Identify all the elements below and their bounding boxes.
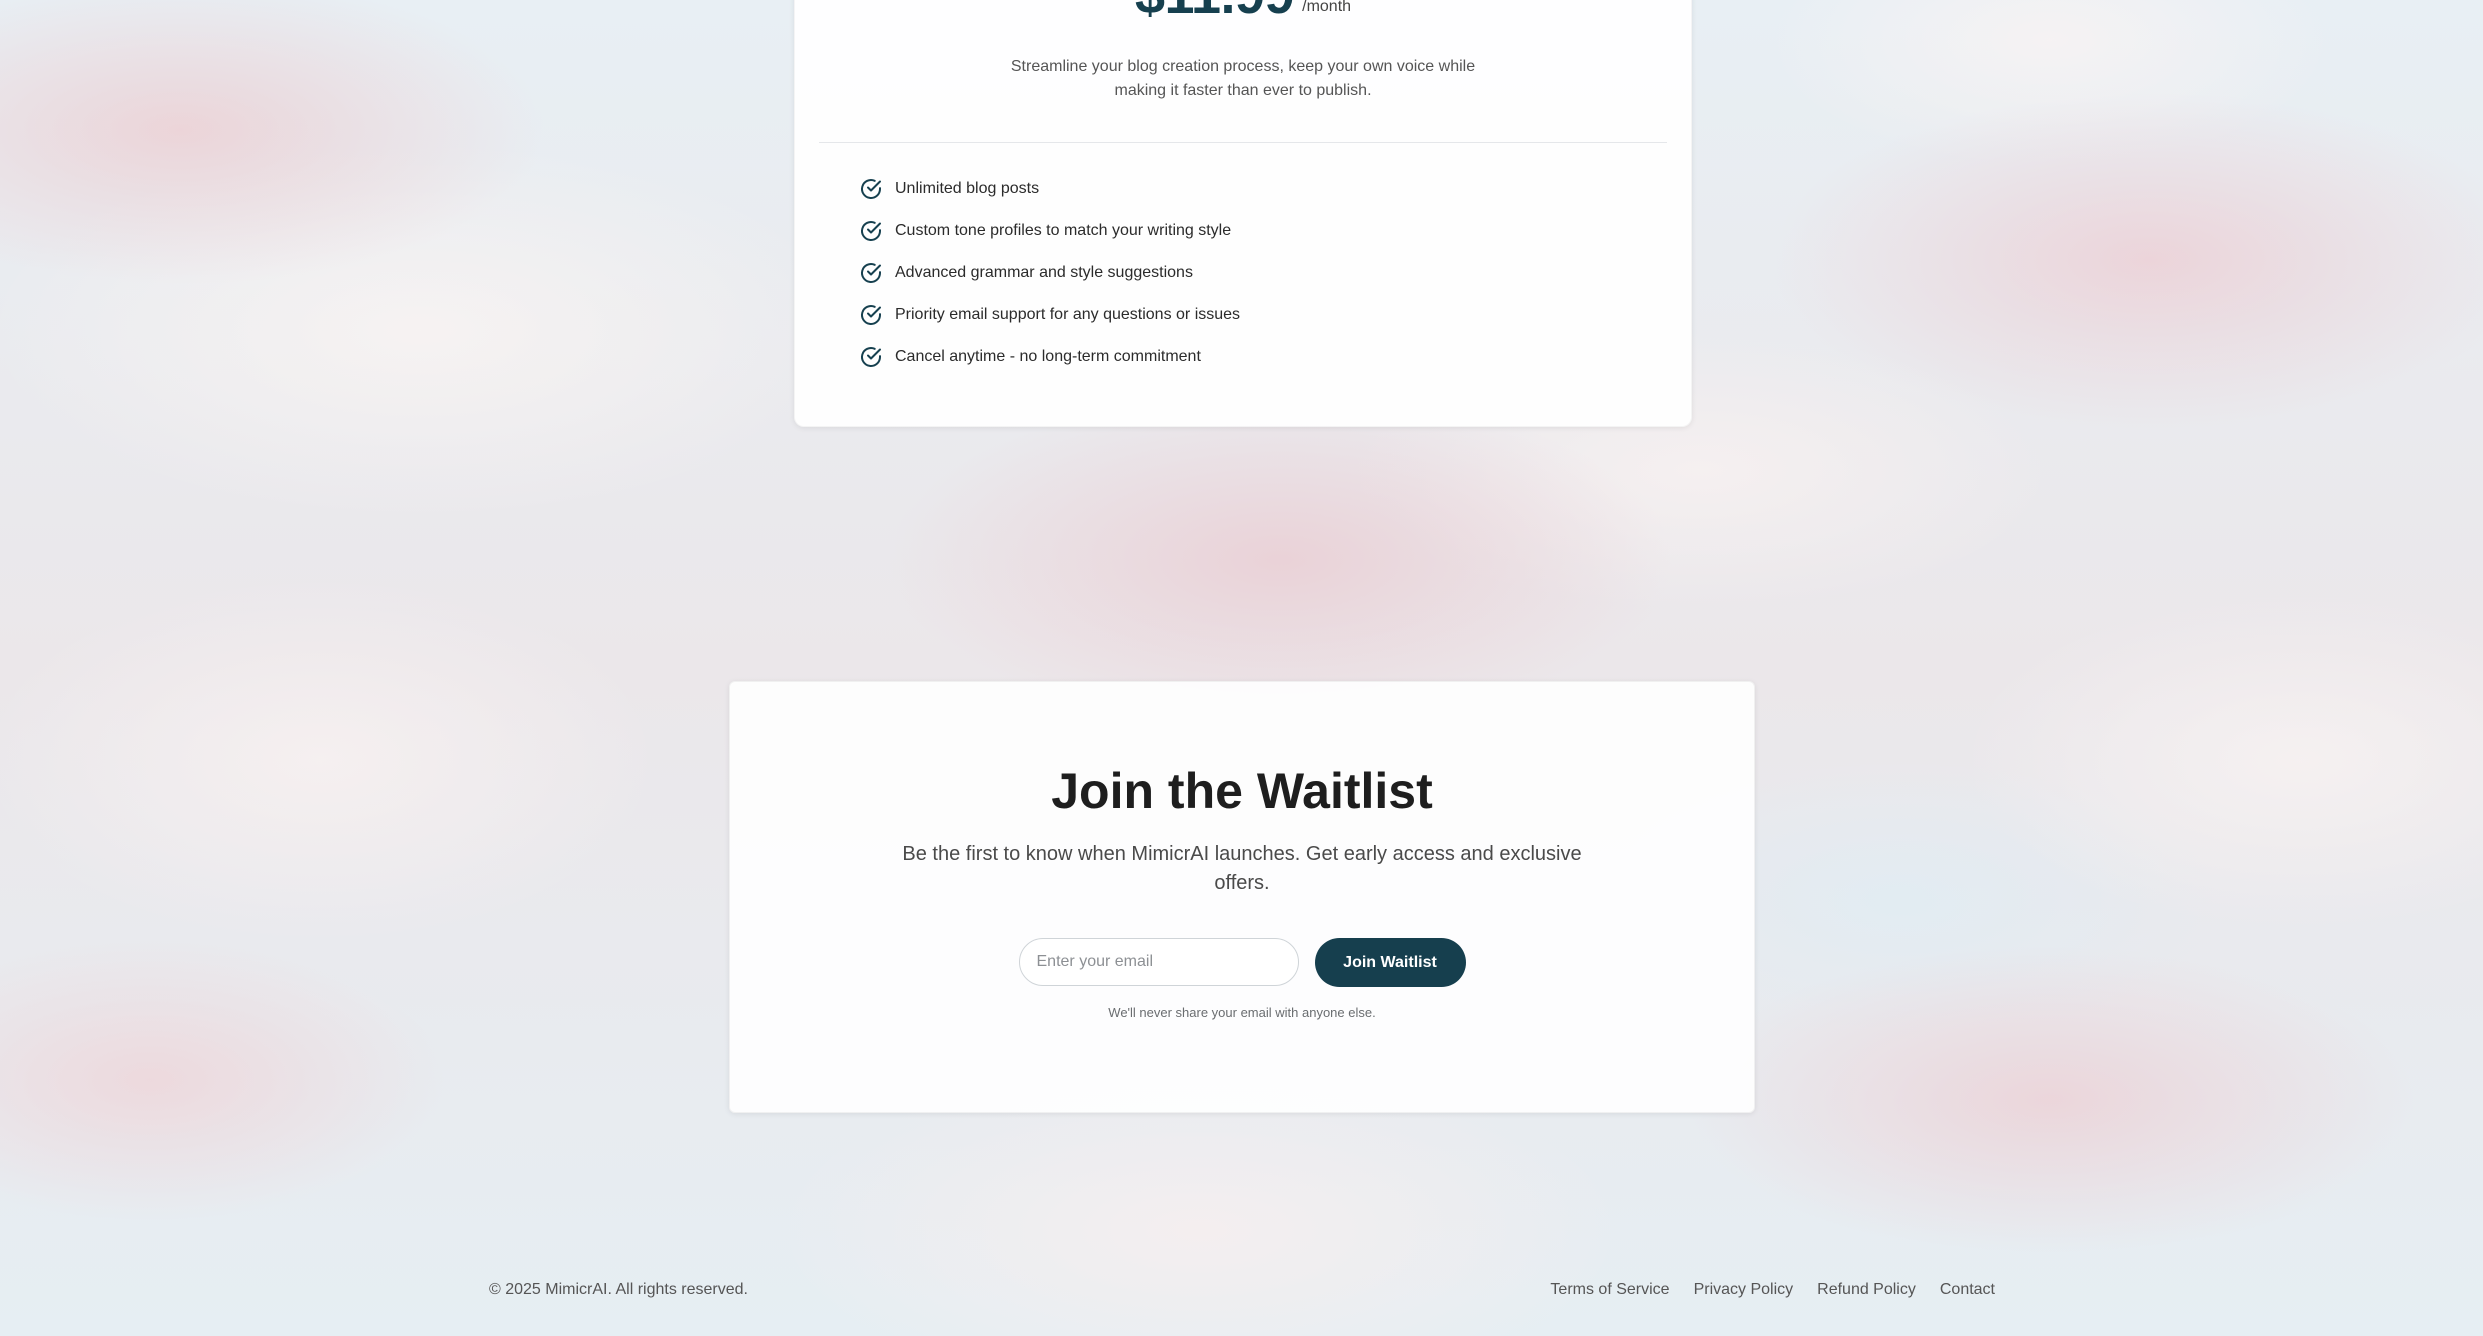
price-row: $11.99 /month <box>795 0 1691 41</box>
waitlist-subtitle-text: Be the first to know when MimicrAI launc… <box>902 843 1582 894</box>
footer-copyright: © 2025 MimicrAI. All rights reserved. <box>489 1281 748 1298</box>
footer-link-privacy[interactable]: Privacy Policy <box>1694 1281 1794 1299</box>
card-divider <box>819 142 1667 143</box>
feature-list: Unlimited blog posts Custom tone profile… <box>859 168 1240 378</box>
feature-text: Unlimited blog posts <box>895 180 1040 197</box>
join-waitlist-button[interactable]: Join Waitlist <box>1314 938 1466 987</box>
feature-text: Custom tone profiles to match your writi… <box>895 222 1232 239</box>
footer-link-terms[interactable]: Terms of Service <box>1550 1281 1669 1299</box>
price-amount: $11.99 <box>1135 0 1295 22</box>
check-circle-icon <box>859 219 883 243</box>
price-period: /month <box>1302 0 1352 15</box>
feature-item: Cancel anytime - no long-term commitment <box>859 336 1240 378</box>
privacy-note: We'll never share your email with anyone… <box>1108 1005 1376 1020</box>
plan-description: Streamline your blog creation process, k… <box>795 55 1691 103</box>
feature-item: Advanced grammar and style suggestions <box>859 252 1240 294</box>
waitlist-form: Join Waitlist <box>730 938 1754 987</box>
email-input[interactable] <box>1018 938 1299 986</box>
footer-link-refund[interactable]: Refund Policy <box>1817 1281 1916 1299</box>
check-circle-icon <box>859 177 883 201</box>
waitlist-subtitle: Be the first to know when MimicrAI launc… <box>730 840 1754 898</box>
waitlist-title: Join the Waitlist <box>1051 763 1433 819</box>
check-circle-icon <box>859 261 883 285</box>
plan-description-text: Streamline your blog creation process, k… <box>1010 58 1476 99</box>
pricing-card: $11.99 /month Streamline your blog creat… <box>794 0 1692 427</box>
feature-item: Priority email support for any questions… <box>859 294 1240 336</box>
feature-text: Advanced grammar and style suggestions <box>895 264 1193 281</box>
check-circle-icon <box>859 303 883 327</box>
feature-item: Custom tone profiles to match your writi… <box>859 210 1240 252</box>
feature-text: Priority email support for any questions… <box>895 306 1241 323</box>
check-circle-icon <box>859 345 883 369</box>
waitlist-card: Join the Waitlist Be the first to know w… <box>729 681 1755 1113</box>
feature-text: Cancel anytime - no long-term commitment <box>895 348 1201 365</box>
footer-link-contact[interactable]: Contact <box>1940 1281 1995 1299</box>
feature-item: Unlimited blog posts <box>859 168 1240 210</box>
footer-links: Terms of Service Privacy Policy Refund P… <box>1550 1281 1995 1299</box>
